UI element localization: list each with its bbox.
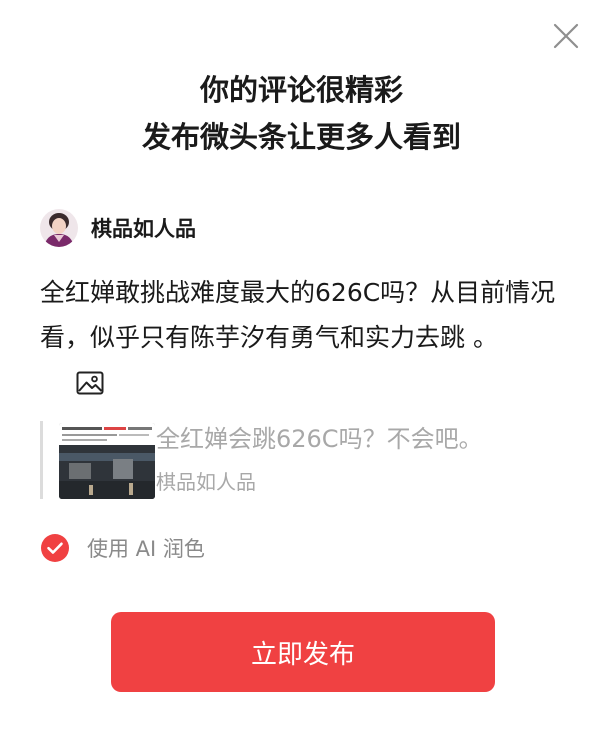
comment-text: 全红婵敢挑战难度最大的626C吗？从目前情况看，似乎只有陈芋汐有勇气和实力去跳 … bbox=[40, 278, 556, 352]
close-button[interactable] bbox=[551, 21, 581, 51]
ai-polish-label: 使用 AI 润色 bbox=[87, 537, 205, 561]
check-circle-icon bbox=[40, 533, 70, 563]
quote-author: 棋品如人品 bbox=[156, 470, 256, 494]
quote-thumbnail bbox=[59, 423, 155, 499]
insert-image-button[interactable] bbox=[76, 371, 104, 395]
ai-polish-toggle[interactable]: 使用 AI 润色 bbox=[40, 533, 205, 563]
author-name: 棋品如人品 bbox=[91, 217, 196, 241]
comment-body[interactable]: 全红婵敢挑战难度最大的626C吗？从目前情况看，似乎只有陈芋汐有勇气和实力去跳 … bbox=[40, 270, 560, 405]
image-icon bbox=[76, 371, 104, 395]
quote-title: 全红婵会跳626C吗？不会吧。 bbox=[156, 425, 483, 453]
publish-button[interactable]: 立即发布 bbox=[111, 612, 495, 692]
dialog-title-line2: 发布微头条让更多人看到 bbox=[141, 120, 461, 154]
quoted-post[interactable]: 全红婵会跳626C吗？不会吧。 棋品如人品 bbox=[40, 421, 560, 499]
author-row: 棋品如人品 bbox=[40, 209, 196, 247]
avatar bbox=[40, 209, 78, 247]
dialog-title-line1: 你的评论很精彩 bbox=[199, 73, 403, 107]
quote-bar bbox=[40, 421, 43, 499]
close-icon bbox=[553, 23, 579, 49]
publish-dialog: 你的评论很精彩 发布微头条让更多人看到 棋品如人品 全红婵敢挑战难度最大的626… bbox=[0, 0, 595, 734]
